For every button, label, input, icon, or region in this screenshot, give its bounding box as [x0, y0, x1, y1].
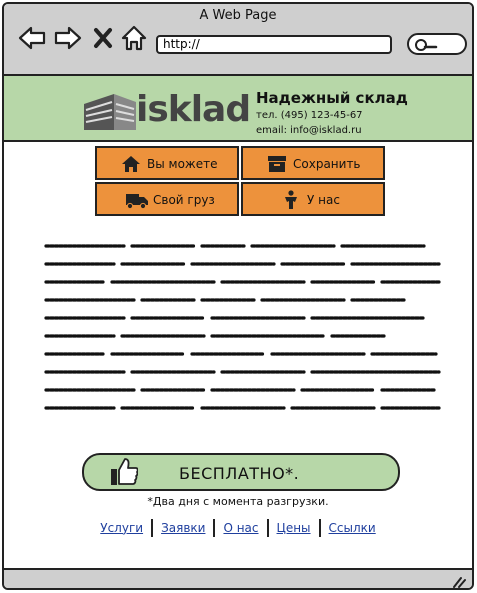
person-icon [285, 190, 297, 209]
free-offer-label: БЕСПЛАТНО*. [179, 464, 300, 483]
resize-grip-icon[interactable] [452, 576, 466, 588]
isklad-logo[interactable]: isklad [82, 88, 251, 132]
site-header: isklad Надежный склад тел. (495) 123-45-… [4, 76, 472, 142]
window-title: A Web Page [199, 8, 277, 23]
browser-window: A Web Page http:// isklad Надежный склад… [2, 2, 474, 590]
url-input[interactable]: http:// [156, 35, 392, 54]
home-nav-icon[interactable] [120, 24, 148, 52]
back-icon[interactable] [18, 24, 46, 52]
menu-item-label: У нас [307, 193, 340, 207]
menu-item-vy-mozhete[interactable]: Вы можете [95, 146, 239, 180]
footnote-text: *Два дня с момента разгрузки. [147, 495, 329, 508]
placeholder-text-block [44, 244, 441, 410]
archive-box-icon [268, 156, 286, 172]
main-menu: Вы можете Сохранить Свой груз У нас [95, 146, 385, 216]
home-icon [122, 156, 140, 172]
menu-item-u-nas[interactable]: У нас [241, 182, 385, 216]
footer-link-o-nas[interactable]: О нас [215, 521, 266, 535]
free-offer-button[interactable]: БЕСПЛАТНО*. [82, 453, 400, 491]
footer-link-uslugi[interactable]: Услуги [92, 521, 151, 535]
forward-icon[interactable] [54, 24, 82, 52]
menu-item-svoy-gruz[interactable]: Свой груз [95, 182, 239, 216]
phone-text: тел. (495) 123-45-67 [256, 110, 363, 121]
menu-item-label: Сохранить [293, 157, 361, 171]
footer-link-zayavki[interactable]: Заявки [153, 521, 213, 535]
warehouse-building-icon [84, 94, 136, 130]
thumbs-up-icon [111, 458, 138, 485]
menu-item-sokhranit[interactable]: Сохранить [241, 146, 385, 180]
footer-link-tseny[interactable]: Цены [269, 521, 319, 535]
truck-icon [126, 194, 148, 210]
logo-text: isklad [136, 89, 251, 130]
footer-links: Услуги Заявки О нас Цены Ссылки [4, 519, 472, 539]
search-icon [415, 39, 438, 51]
browser-status-bar [4, 568, 472, 588]
footer-link-ssylki[interactable]: Ссылки [321, 521, 384, 535]
menu-item-label: Вы можете [147, 157, 218, 171]
browser-search-field[interactable] [407, 33, 467, 55]
stop-icon[interactable] [92, 24, 114, 52]
browser-chrome: A Web Page http:// [4, 4, 472, 76]
email-text: email: info@isklad.ru [256, 125, 362, 136]
menu-item-label: Свой груз [153, 193, 215, 207]
company-name: Надежный склад [256, 89, 408, 107]
